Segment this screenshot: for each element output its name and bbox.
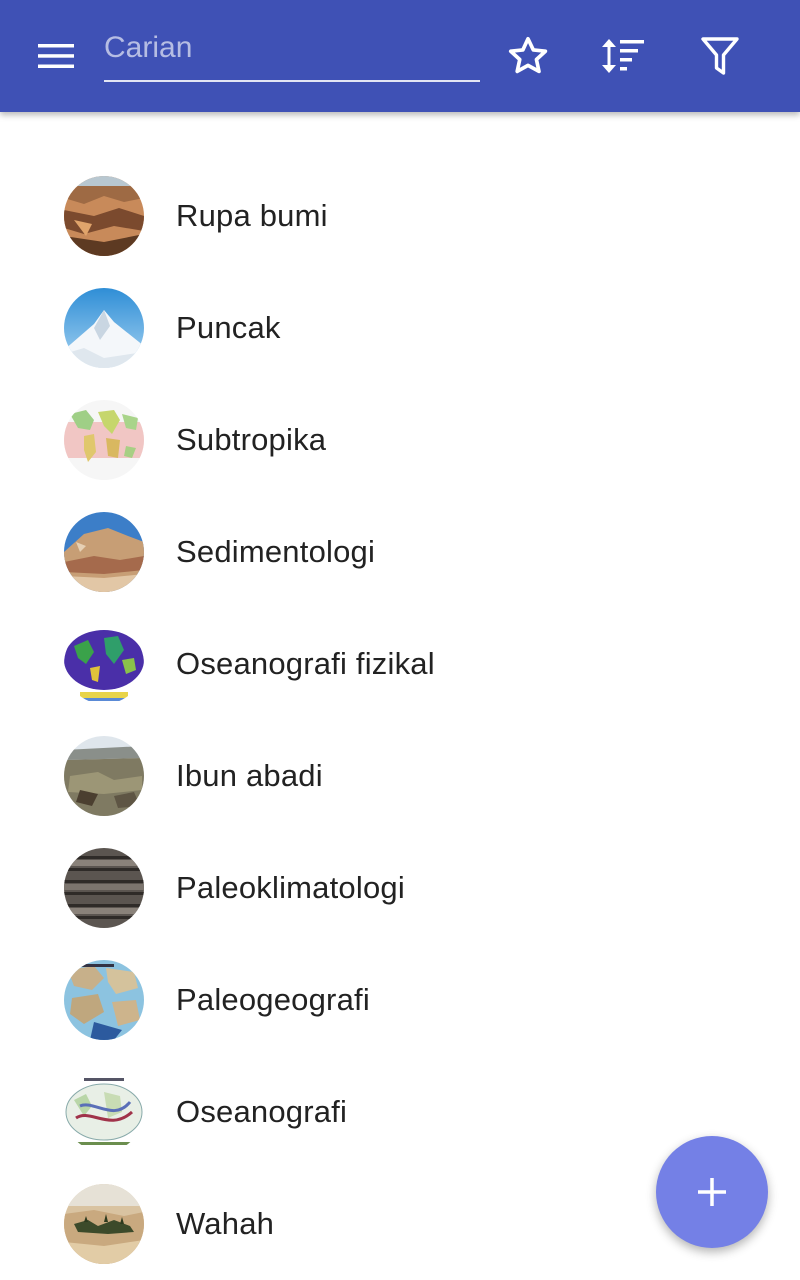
menu-button[interactable] xyxy=(22,25,90,87)
list-item[interactable]: Rupa bumi xyxy=(0,160,800,272)
list-item[interactable]: Ibun abadi xyxy=(0,720,800,832)
plus-icon xyxy=(698,1178,726,1206)
search-field xyxy=(104,20,480,82)
list-item[interactable]: Subtropika xyxy=(0,384,800,496)
app-bar xyxy=(0,0,800,112)
list-item-label: Oseanografi fizikal xyxy=(176,646,435,681)
list-item-label: Sedimentologi xyxy=(176,534,376,569)
star-outline-icon xyxy=(508,36,548,74)
filter-button[interactable] xyxy=(690,26,750,86)
thumbnail-image xyxy=(64,176,144,256)
search-input[interactable] xyxy=(104,26,480,70)
list-item-label: Subtropika xyxy=(176,422,327,457)
list-item[interactable]: Paleoklimatologi xyxy=(0,832,800,944)
list-item-label: Wahah xyxy=(176,1206,275,1241)
add-button[interactable] xyxy=(656,1136,768,1248)
filter-icon xyxy=(701,37,739,75)
list-item-label: Oseanografi xyxy=(176,1094,348,1129)
list-item[interactable]: Puncak xyxy=(0,272,800,384)
list-item-label: Paleogeografi xyxy=(176,982,370,1017)
sort-button[interactable] xyxy=(593,26,653,86)
list-item[interactable]: Sedimentologi xyxy=(0,496,800,608)
list-item[interactable]: Paleogeografi xyxy=(0,944,800,1056)
topic-list: Rupa bumi Puncak Subtropika Sedimentolog… xyxy=(0,160,800,1280)
thumbnail-image xyxy=(64,960,144,1040)
list-item-label: Ibun abadi xyxy=(176,758,323,793)
list-item-label: Paleoklimatologi xyxy=(176,870,405,905)
thumbnail-image xyxy=(64,848,144,928)
thumbnail-image xyxy=(64,624,144,704)
thumbnail-image xyxy=(64,288,144,368)
thumbnail-image xyxy=(64,736,144,816)
thumbnail-image xyxy=(64,400,144,480)
sort-icon xyxy=(602,39,644,73)
favorites-button[interactable] xyxy=(498,26,558,86)
list-item-label: Puncak xyxy=(176,310,281,345)
thumbnail-image xyxy=(64,1184,144,1264)
list-item-label: Rupa bumi xyxy=(176,198,328,233)
list-item[interactable]: Oseanografi fizikal xyxy=(0,608,800,720)
menu-icon xyxy=(38,44,74,68)
thumbnail-image xyxy=(64,512,144,592)
thumbnail-image xyxy=(64,1072,144,1152)
